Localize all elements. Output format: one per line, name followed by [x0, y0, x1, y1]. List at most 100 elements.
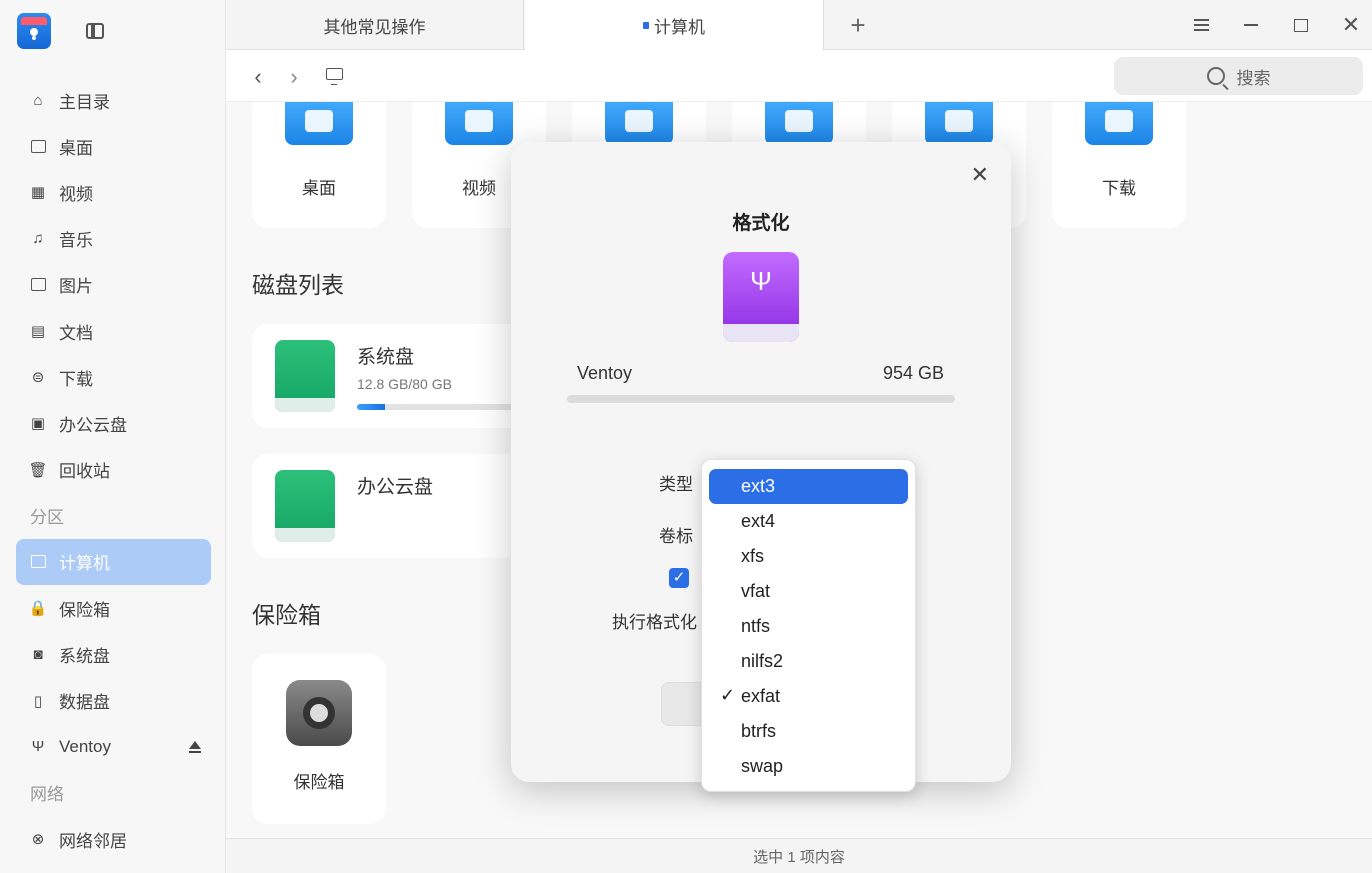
sidebar-item-downloads[interactable]: ⊜ 下载 — [16, 354, 211, 400]
dropdown-option[interactable]: ext4 — [709, 504, 908, 539]
favorite-label: 桌面 — [302, 179, 336, 198]
dropdown-option[interactable]: ntfs — [709, 609, 908, 644]
network-icon: ⊗ — [31, 831, 45, 849]
dropdown-option[interactable]: swap — [709, 749, 908, 784]
format-option-label: 执行格式化 — [612, 613, 697, 632]
vault-icon: 🔒 — [28, 600, 48, 618]
sidebar: ⌂ 主目录 桌面 ▦ 视频 ♫ 音乐 图片 ▤ 文档 ⊜ 下载 ▣ 办公云盘 🗑 回收站 分区… — [0, 0, 226, 873]
menu-button[interactable] — [1188, 12, 1214, 38]
dropdown-option[interactable]: vfat — [709, 574, 908, 609]
tab-other-operations[interactable]: 其他常见操作 — [226, 0, 524, 50]
sidebar-item-home[interactable]: ⌂ 主目录 — [16, 77, 211, 123]
dialog-close-button[interactable]: ✕ — [971, 162, 989, 188]
dropdown-option[interactable]: nilfs2 — [709, 644, 908, 679]
maximize-button[interactable] — [1288, 12, 1314, 38]
music-folder-icon — [605, 102, 673, 145]
filesystem-type-dropdown[interactable]: ext3 ext4 xfs vfat ntfs nilfs2 ✓ exfat bt… — [701, 459, 916, 792]
format-checkbox[interactable]: ✓ — [669, 568, 689, 588]
favorite-downloads[interactable]: 下载 — [1052, 102, 1186, 228]
sidebar-item-label: Ventoy — [59, 736, 111, 756]
option-label: ext4 — [741, 511, 776, 531]
vault-label: 保险箱 — [293, 773, 345, 792]
sidebar-item-label: 图片 — [59, 277, 93, 297]
sidebar-item-data-disk[interactable]: ▯ 数据盘 — [16, 677, 211, 723]
close-window-button[interactable]: ✕ — [1338, 12, 1364, 38]
sidebar-item-cloud-drive[interactable]: ▣ 办公云盘 — [16, 400, 211, 446]
navigation-bar: ‹ › 搜索 — [226, 51, 1372, 102]
dialog-title: 格式化 — [732, 213, 790, 234]
sidebar-item-network-neighbors[interactable]: ⊗ 网络邻居 — [16, 816, 211, 862]
sidebar-item-label: 计算机 — [59, 554, 110, 574]
sidebar-item-label: 回收站 — [59, 462, 110, 482]
usb-icon: Ψ — [31, 738, 45, 756]
sidebar-item-label: 系统盘 — [59, 646, 110, 666]
cloud-disk-icon — [275, 470, 335, 542]
status-text: 选中 1 项内容 — [753, 848, 845, 866]
picture-icon — [29, 276, 47, 294]
sidebar-nav: ⌂ 主目录 桌面 ▦ 视频 ♫ 音乐 图片 ▤ 文档 ⊜ 下载 ▣ 办公云盘 🗑 回收站 分区… — [16, 77, 211, 862]
computer-breadcrumb-icon[interactable] — [326, 68, 343, 85]
sidebar-item-label: 保险箱 — [59, 600, 110, 620]
desktop-icon — [29, 137, 47, 155]
sidebar-item-label: 音乐 — [59, 231, 93, 251]
dropdown-option-selected[interactable]: ✓ exfat — [709, 679, 908, 714]
sidebar-item-label: 下载 — [59, 369, 93, 389]
system-disk-icon — [275, 340, 335, 412]
sidebar-toggle-icon[interactable] — [86, 23, 104, 39]
option-label: xfs — [741, 546, 765, 566]
device-capacity-bar — [567, 395, 955, 403]
disk-card-system[interactable]: 系统盘 12.8 GB/80 GB — [252, 324, 532, 428]
usb-drive-icon — [723, 252, 799, 342]
forward-button[interactable]: › — [284, 64, 304, 90]
add-tab-button[interactable]: + — [844, 10, 872, 40]
vault-card[interactable]: 保险箱 — [252, 654, 386, 824]
device-size: 954 GB — [882, 363, 944, 383]
system-disk-icon: ◙ — [33, 645, 43, 663]
section-title-disks: 磁盘列表 — [252, 272, 344, 298]
sidebar-item-pictures[interactable]: 图片 — [16, 262, 211, 308]
tab-indicator-icon — [643, 21, 649, 29]
sidebar-item-ventoy[interactable]: Ψ Ventoy — [16, 724, 211, 770]
sidebar-item-label: 文档 — [59, 323, 93, 343]
minimize-button[interactable] — [1238, 12, 1264, 38]
app-logo-icon — [17, 13, 51, 49]
sidebar-item-video[interactable]: ▦ 视频 — [16, 169, 211, 215]
dropdown-option[interactable]: btrfs — [709, 714, 908, 749]
sidebar-item-system-disk[interactable]: ◙ 系统盘 — [16, 631, 211, 677]
disk-card-cloud[interactable]: 办公云盘 — [252, 454, 532, 558]
download-icon: ⊜ — [31, 369, 45, 387]
back-button[interactable]: ‹ — [248, 64, 268, 90]
sidebar-item-documents[interactable]: ▤ 文档 — [16, 308, 211, 354]
sidebar-item-music[interactable]: ♫ 音乐 — [16, 216, 211, 262]
sidebar-item-trash[interactable]: 🗑 回收站 — [16, 447, 211, 493]
favorite-label: 下载 — [1102, 179, 1136, 198]
dropdown-option[interactable]: xfs — [709, 539, 908, 574]
option-label: vfat — [741, 581, 771, 601]
desktop-folder-icon — [285, 102, 353, 145]
computer-icon — [29, 553, 47, 571]
data-disk-icon: ▯ — [33, 692, 43, 710]
dropdown-option[interactable]: ext3 — [709, 469, 908, 504]
tab-label: 其他常见操作 — [323, 17, 426, 37]
sidebar-group-network: 网络 — [30, 785, 64, 805]
disk-size: 12.8 GB/80 GB — [357, 376, 452, 392]
option-label: nilfs2 — [741, 651, 784, 671]
checkmark-icon: ✓ — [720, 685, 736, 705]
document-folder-icon — [925, 102, 993, 145]
search-input[interactable]: 搜索 — [1114, 57, 1363, 95]
video-folder-icon — [445, 102, 513, 145]
tab-computer[interactable]: 计算机 — [525, 0, 824, 50]
favorite-desktop[interactable]: 桌面 — [252, 102, 386, 228]
eject-icon[interactable] — [189, 740, 201, 753]
volume-label: 卷标 — [659, 527, 693, 546]
picture-folder-icon — [765, 102, 833, 145]
sidebar-item-computer[interactable]: 计算机 — [16, 538, 211, 586]
status-bar: 选中 1 项内容 — [226, 838, 1372, 873]
music-icon: ♫ — [32, 230, 44, 248]
maximize-icon — [1294, 18, 1308, 32]
sidebar-item-desktop[interactable]: 桌面 — [16, 123, 211, 169]
device-name: Ventoy — [577, 363, 633, 383]
sidebar-group-partition: 分区 — [30, 508, 64, 528]
cloud-drive-icon: ▣ — [30, 415, 46, 433]
sidebar-item-vault[interactable]: 🔒 保险箱 — [16, 585, 211, 631]
